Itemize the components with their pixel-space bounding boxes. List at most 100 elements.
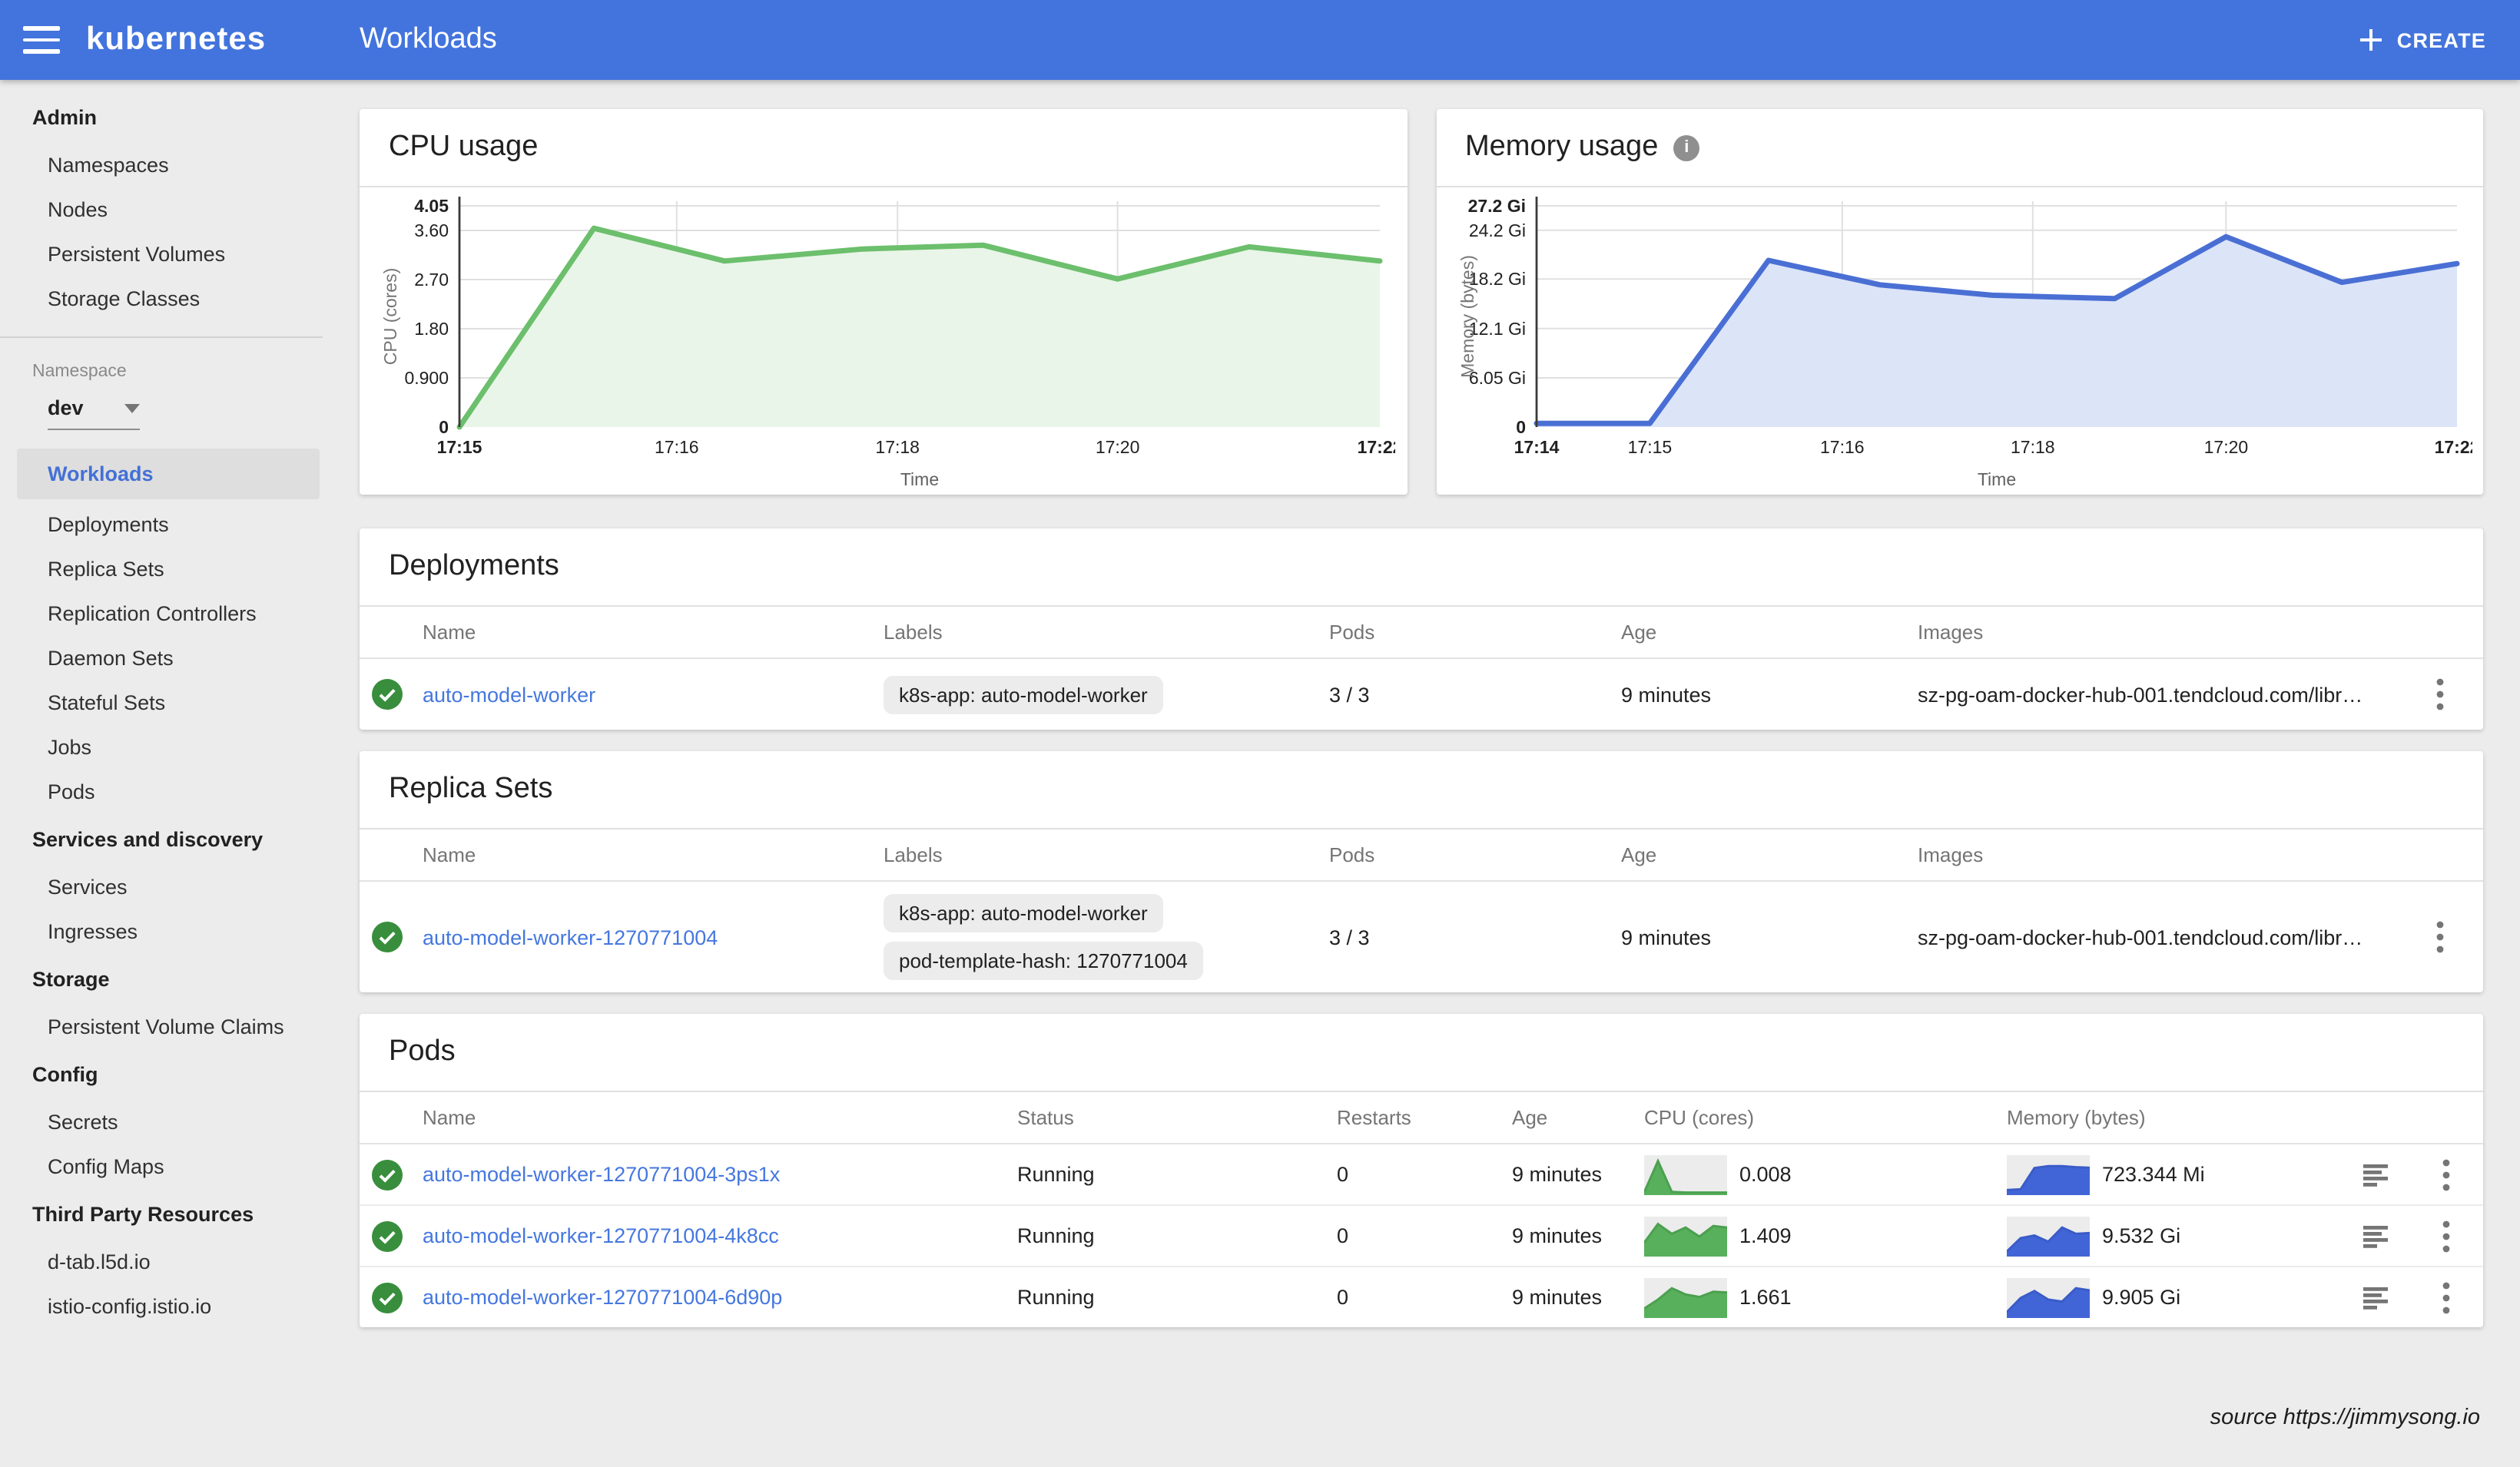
sidebar-item-persistent-volume-claims[interactable]: Persistent Volume Claims — [0, 1005, 323, 1049]
svg-text:Memory (bytes): Memory (bytes) — [1457, 255, 1477, 378]
cpu-usage-card: CPU usage 00.9001.802.703.604.0517:1517:… — [360, 109, 1407, 495]
images-value: sz-pg-oam-docker-hub-001.tendcloud.com/l… — [1918, 683, 2397, 706]
svg-text:2.70: 2.70 — [414, 270, 449, 290]
deployments-card: Deployments Name Labels Pods Age Images — [360, 528, 2483, 730]
cpu-sparkline — [1644, 1154, 1727, 1194]
svg-text:0: 0 — [439, 417, 449, 437]
sidebar-section-config: Config — [0, 1049, 323, 1100]
memory-usage-title: Memory usage — [1465, 131, 1658, 164]
kebab-menu-icon[interactable] — [2397, 677, 2483, 711]
pod-link[interactable]: auto-model-worker-1270771004-4k8cc — [423, 1224, 1017, 1247]
replica-set-link[interactable]: auto-model-worker-1270771004 — [423, 926, 884, 949]
pods-count: 3 / 3 — [1329, 683, 1621, 706]
sidebar-item-ingresses[interactable]: Ingresses — [0, 909, 323, 954]
cpu-sparkline — [1644, 1216, 1727, 1256]
namespace-label: Namespace — [0, 338, 323, 381]
svg-text:17:18: 17:18 — [2010, 437, 2054, 457]
sidebar-item-secrets[interactable]: Secrets — [0, 1100, 323, 1144]
sidebar-item-istio-config-istio-io[interactable]: istio-config.istio.io — [0, 1284, 323, 1329]
create-button[interactable]: CREATE — [2359, 28, 2486, 52]
table-row: auto-model-worker k8s-app: auto-model-wo… — [360, 659, 2483, 730]
logs-icon[interactable] — [2342, 1285, 2409, 1310]
sidebar-item-dtab-l5d-io[interactable]: d-tab.l5d.io — [0, 1240, 323, 1284]
column-memory: Memory (bytes) — [2007, 1106, 2342, 1129]
kebab-menu-icon[interactable] — [2409, 1219, 2483, 1253]
sidebar-section-admin: Admin — [0, 92, 323, 143]
hamburger-menu-icon[interactable] — [23, 26, 60, 54]
column-pods: Pods — [1329, 843, 1621, 866]
pods-card: Pods Name Status Restarts Age CPU (cores… — [360, 1014, 2483, 1327]
namespace-value: dev — [48, 396, 84, 419]
column-images: Images — [1918, 621, 2397, 644]
sidebar-item-daemon-sets[interactable]: Daemon Sets — [0, 636, 323, 681]
svg-text:17:15: 17:15 — [1627, 437, 1672, 457]
deployment-link[interactable]: auto-model-worker — [423, 683, 884, 706]
kebab-menu-icon[interactable] — [2409, 1280, 2483, 1314]
images-value: sz-pg-oam-docker-hub-001.tendcloud.com/l… — [1918, 926, 2397, 949]
status-value: Running — [1017, 1163, 1337, 1186]
sidebar-section-third-party-resources: Third Party Resources — [0, 1189, 323, 1240]
svg-text:0.900: 0.900 — [404, 368, 449, 388]
status-value: Running — [1017, 1224, 1337, 1247]
age-value: 9 minutes — [1512, 1163, 1644, 1186]
svg-text:17:20: 17:20 — [1096, 437, 1140, 457]
sidebar-item-stateful-sets[interactable]: Stateful Sets — [0, 681, 323, 725]
memory-sparkline — [2007, 1216, 2090, 1256]
sidebar-item-nodes[interactable]: Nodes — [0, 187, 323, 232]
memory-sparkline — [2007, 1154, 2090, 1194]
cpu-value: 0.008 — [1739, 1163, 1792, 1186]
replica-sets-table-header: Name Labels Pods Age Images — [360, 830, 2483, 882]
sidebar-section-storage: Storage — [0, 954, 323, 1005]
logs-icon[interactable] — [2342, 1224, 2409, 1248]
sidebar-item-pods[interactable]: Pods — [0, 770, 323, 814]
sidebar-item-namespaces[interactable]: Namespaces — [0, 143, 323, 187]
page-title: Workloads — [360, 23, 497, 57]
svg-text:17:14: 17:14 — [1514, 437, 1559, 457]
create-button-label: CREATE — [2397, 28, 2486, 51]
sidebar: Admin Namespaces Nodes Persistent Volume… — [0, 80, 323, 1467]
svg-text:0: 0 — [1515, 417, 1525, 437]
sidebar-item-replication-controllers[interactable]: Replication Controllers — [0, 591, 323, 636]
pods-table-header: Name Status Restarts Age CPU (cores) Mem… — [360, 1092, 2483, 1144]
status-ok-icon — [372, 1282, 403, 1313]
svg-text:Time: Time — [1977, 469, 2015, 489]
sidebar-item-storage-classes[interactable]: Storage Classes — [0, 277, 323, 321]
sidebar-item-services[interactable]: Services — [0, 865, 323, 909]
app-header: kubernetes Workloads CREATE — [0, 0, 2520, 80]
svg-text:17:16: 17:16 — [1819, 437, 1864, 457]
label-chip: k8s-app: auto-model-worker — [884, 894, 1163, 932]
main-content: CPU usage 00.9001.802.703.604.0517:1517:… — [323, 80, 2520, 1467]
sidebar-item-config-maps[interactable]: Config Maps — [0, 1144, 323, 1189]
sidebar-item-jobs[interactable]: Jobs — [0, 725, 323, 770]
svg-text:CPU (cores): CPU (cores) — [380, 268, 400, 366]
memory-usage-chart: 06.05 Gi12.1 Gi18.2 Gi24.2 Gi27.2 Gi17:1… — [1436, 187, 2483, 499]
sidebar-item-workloads[interactable]: Workloads — [17, 449, 320, 499]
info-icon[interactable]: i — [1673, 134, 1699, 161]
table-row: auto-model-worker-1270771004-3ps1x Runni… — [360, 1144, 2483, 1206]
table-row: auto-model-worker-1270771004-6d90p Runni… — [360, 1267, 2483, 1327]
column-age: Age — [1621, 621, 1918, 644]
restarts-value: 0 — [1337, 1163, 1512, 1186]
status-ok-icon — [372, 922, 403, 952]
sidebar-item-persistent-volumes[interactable]: Persistent Volumes — [0, 232, 323, 277]
column-age: Age — [1621, 843, 1918, 866]
logs-icon[interactable] — [2342, 1162, 2409, 1187]
restarts-value: 0 — [1337, 1286, 1512, 1309]
cpu-usage-title: CPU usage — [389, 131, 538, 164]
age-value: 9 minutes — [1621, 926, 1918, 949]
kebab-menu-icon[interactable] — [2397, 920, 2483, 954]
table-row: auto-model-worker-1270771004 k8s-app: au… — [360, 882, 2483, 992]
column-name: Name — [423, 843, 884, 866]
column-images: Images — [1918, 843, 2397, 866]
sidebar-item-replica-sets[interactable]: Replica Sets — [0, 547, 323, 591]
pod-link[interactable]: auto-model-worker-1270771004-3ps1x — [423, 1163, 1017, 1186]
replica-sets-card: Replica Sets Name Labels Pods Age Images — [360, 751, 2483, 992]
sidebar-item-deployments[interactable]: Deployments — [0, 502, 323, 547]
namespace-select[interactable]: dev — [48, 396, 140, 430]
svg-text:17:22: 17:22 — [1358, 437, 1395, 457]
cpu-usage-chart: 00.9001.802.703.604.0517:1517:1617:1817:… — [360, 187, 1407, 499]
kebab-menu-icon[interactable] — [2409, 1157, 2483, 1191]
app-logo: kubernetes — [86, 22, 266, 58]
pod-link[interactable]: auto-model-worker-1270771004-6d90p — [423, 1286, 1017, 1309]
restarts-value: 0 — [1337, 1224, 1512, 1247]
